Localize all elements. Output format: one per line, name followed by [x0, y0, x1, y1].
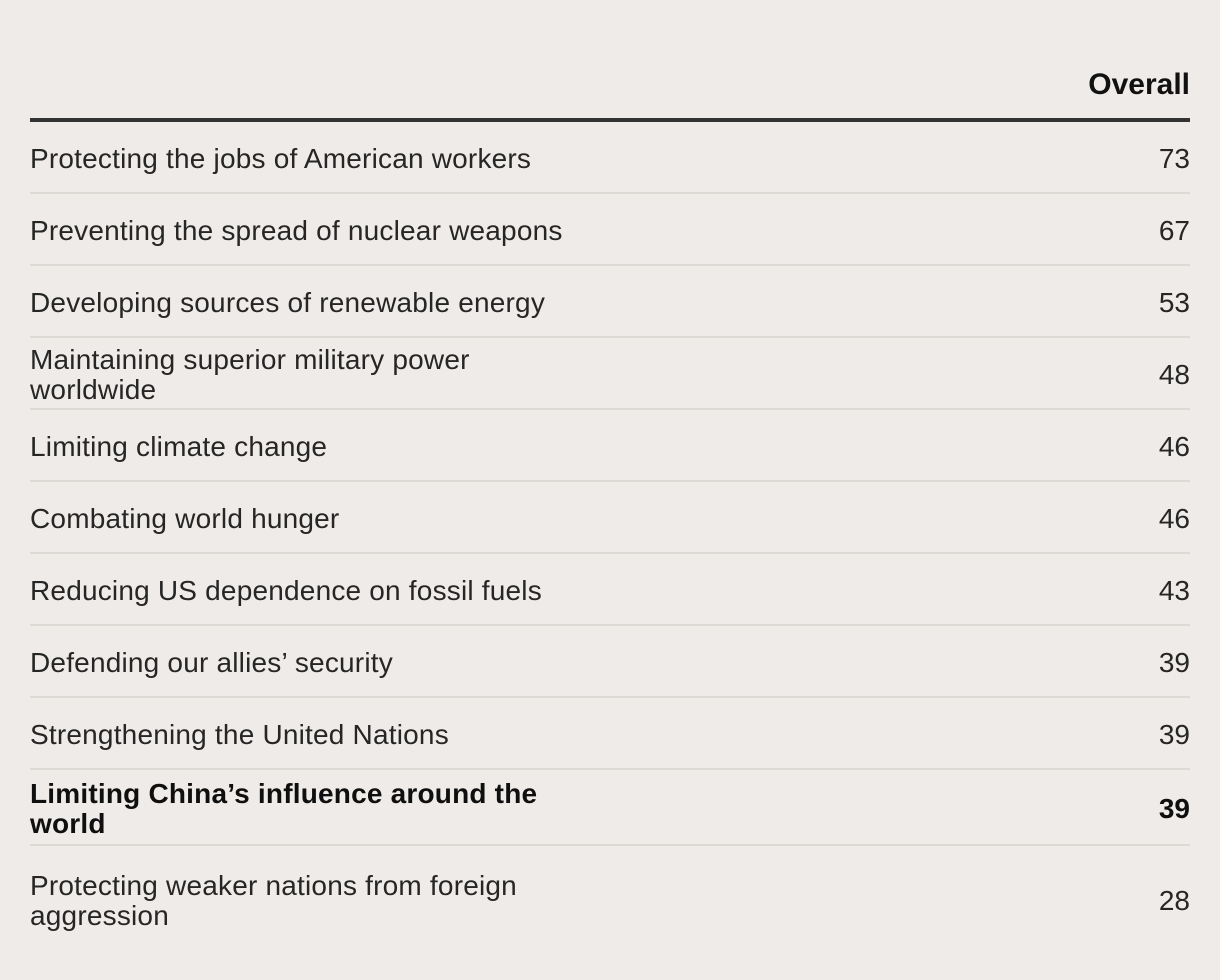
- row-label: Developing sources of renewable energy: [30, 287, 546, 318]
- table-row: Limiting China’s influence around the wo…: [30, 770, 1190, 846]
- row-value: 43: [1158, 575, 1190, 606]
- row-label: Reducing US dependence on fossil fuels: [30, 575, 542, 606]
- row-label: Combating world hunger: [30, 503, 340, 534]
- row-label: Preventing the spread of nuclear weapons: [30, 215, 563, 246]
- table-row: Maintaining superior military power worl…: [30, 338, 1190, 410]
- table-row: Defending our allies’ security 39: [30, 626, 1190, 698]
- row-value: 46: [1158, 503, 1190, 534]
- table-row: Strengthening the United Nations 39: [30, 698, 1190, 770]
- table-row: Protecting the jobs of American workers 7…: [30, 122, 1190, 194]
- ranking-table: Overall Protecting the jobs of American …: [30, 64, 1190, 952]
- table-body: Protecting the jobs of American workers 7…: [30, 122, 1190, 952]
- table-row: Limiting climate change 46: [30, 410, 1190, 482]
- row-label: Limiting climate change: [30, 431, 328, 462]
- row-label: Protecting weaker nations from foreign a…: [30, 870, 517, 931]
- row-value: 39: [1158, 647, 1190, 678]
- row-label: Maintaining superior military power worl…: [30, 344, 470, 405]
- row-value: 53: [1158, 287, 1190, 318]
- table-header: Overall: [30, 64, 1190, 122]
- table-row: Reducing US dependence on fossil fuels 43: [30, 554, 1190, 626]
- row-value: 67: [1158, 215, 1190, 246]
- row-label: Strengthening the United Nations: [30, 719, 449, 750]
- row-value: 48: [1158, 359, 1190, 390]
- row-label: Protecting the jobs of American workers: [30, 143, 532, 174]
- row-label: Limiting China’s influence around the wo…: [30, 778, 538, 839]
- row-value: 46: [1158, 431, 1190, 462]
- row-value: 28: [1158, 885, 1190, 916]
- table-row: Developing sources of renewable energy 53: [30, 266, 1190, 338]
- table-row: Preventing the spread of nuclear weapons…: [30, 194, 1190, 266]
- column-header-overall: Overall: [1088, 68, 1190, 101]
- row-label: Defending our allies’ security: [30, 647, 393, 678]
- row-value: 39: [1158, 719, 1190, 750]
- table-row: Combating world hunger 46: [30, 482, 1190, 554]
- table-row: Protecting weaker nations from foreign a…: [30, 846, 1190, 952]
- row-value: 39: [1158, 793, 1190, 824]
- row-value: 73: [1158, 143, 1190, 174]
